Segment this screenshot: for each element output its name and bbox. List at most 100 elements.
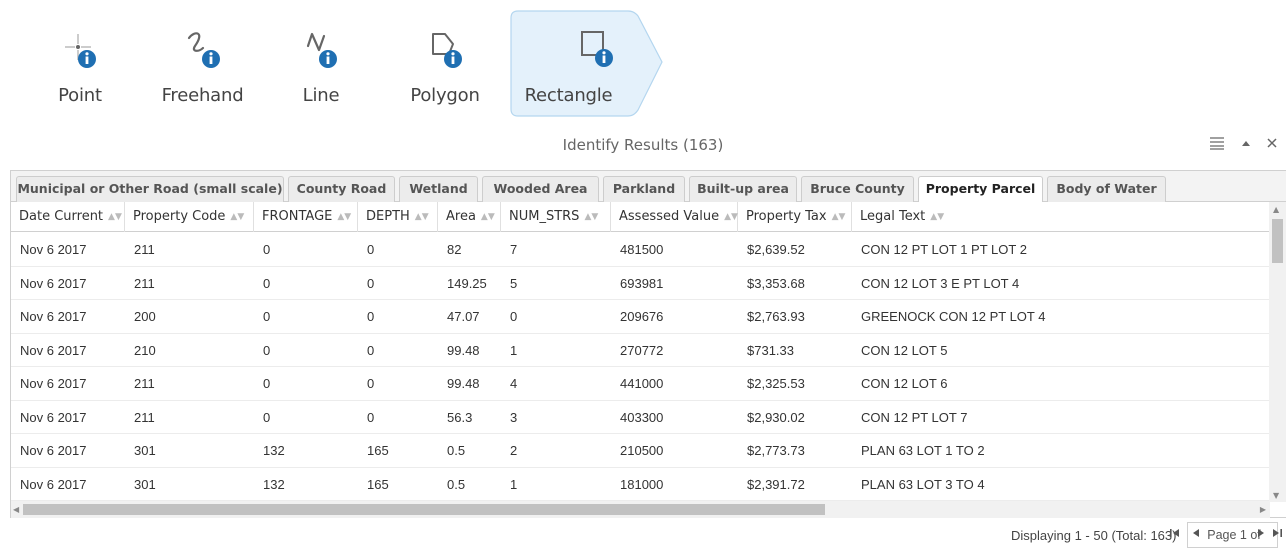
table-row[interactable]: Nov 6 2017 211 0 0 99.48 4 441000 $2,325… xyxy=(11,367,1270,401)
col-area[interactable]: Area ▲▼ xyxy=(438,202,501,232)
table-row[interactable]: Nov 6 2017 211 0 0 82 7 481500 $2,639.52… xyxy=(11,233,1270,267)
cell-depth: 0 xyxy=(367,309,375,324)
cell-legal-text: GREENOCK CON 12 PT LOT 4 xyxy=(861,309,1046,324)
cell-property-code: 301 xyxy=(134,476,156,492)
col-legal-text[interactable]: Legal Text ▲▼ xyxy=(852,202,1270,232)
line-tool-button[interactable]: Line xyxy=(285,10,357,117)
draw-toolbar: Point Freehand Line Polygon Rectangle xyxy=(0,0,1286,122)
cell-property-tax: $3,353.68 xyxy=(747,275,805,291)
sort-icon: ▲▼ xyxy=(480,212,495,222)
scroll-left-arrow-icon[interactable]: ◀ xyxy=(13,505,19,514)
tab-county-road[interactable]: County Road xyxy=(288,176,395,202)
cell-property-tax: $2,930.02 xyxy=(747,409,805,425)
cell-num-strs: 3 xyxy=(510,409,518,425)
caret-up-icon[interactable] xyxy=(1236,136,1256,156)
close-icon[interactable] xyxy=(1262,136,1282,156)
col-property-code[interactable]: Property Code ▲▼ xyxy=(125,202,254,232)
polygon-tool-button[interactable]: Polygon xyxy=(395,10,495,117)
cell-assessed-value: 270772 xyxy=(620,342,664,358)
cell-num-strs: 1 xyxy=(510,476,518,492)
panel-title: Identify Results (163) xyxy=(562,136,724,154)
table-row[interactable]: Nov 6 2017 211 0 0 149.25 5 693981 $3,35… xyxy=(11,267,1270,300)
cell-legal-text: PLAN 63 LOT 1 TO 2 xyxy=(861,443,985,458)
cell-depth: 0 xyxy=(367,242,375,257)
cell-frontage: 132 xyxy=(263,443,285,458)
vertical-scroll-thumb[interactable] xyxy=(1272,219,1283,263)
tab-wetland[interactable]: Wetland xyxy=(399,176,478,202)
col-date-current[interactable]: Date Current ▲▼ xyxy=(11,202,125,232)
tab-built-up-area[interactable]: Built-up area xyxy=(689,176,797,202)
cell-area: 82 xyxy=(447,242,462,257)
line-info-icon xyxy=(306,32,337,68)
cell-property-tax: $731.33 xyxy=(747,342,794,358)
cell-property-tax: $2,763.93 xyxy=(747,309,805,324)
tab-wooded-area[interactable]: Wooded Area xyxy=(482,176,599,202)
col-num-strs[interactable]: NUM_STRS ▲▼ xyxy=(501,202,611,232)
cell-assessed-value: 210500 xyxy=(620,443,664,458)
tab-bruce-county[interactable]: Bruce County xyxy=(801,176,914,202)
cell-frontage: 0 xyxy=(263,275,271,291)
cell-area: 0.5 xyxy=(447,443,466,458)
cell-date-current: Nov 6 2017 xyxy=(20,409,87,425)
sort-icon: ▲▼ xyxy=(724,212,738,222)
horizontal-scroll-thumb[interactable] xyxy=(23,504,825,515)
cell-property-code: 211 xyxy=(134,275,155,291)
col-assessed-value[interactable]: Assessed Value ▲▼ xyxy=(611,202,738,232)
cell-property-tax: $2,639.52 xyxy=(747,242,805,257)
paging-summary: Displaying 1 - 50 (Total: 163) xyxy=(1011,528,1177,543)
cell-date-current: Nov 6 2017 xyxy=(20,242,87,257)
table-row[interactable]: Nov 6 2017 211 0 0 56.3 3 403300 $2,930.… xyxy=(11,401,1270,434)
horizontal-scrollbar[interactable]: ◀ ▶ xyxy=(11,501,1270,518)
cell-assessed-value: 693981 xyxy=(620,275,664,291)
tab-body-of-water[interactable]: Body of Water xyxy=(1047,176,1166,202)
sort-icon: ▲▼ xyxy=(230,212,245,222)
cell-legal-text: CON 12 LOT 5 xyxy=(861,342,948,358)
tab-property-parcel[interactable]: Property Parcel xyxy=(918,176,1043,203)
col-frontage[interactable]: FRONTAGE ▲▼ xyxy=(254,202,358,232)
prev-page-icon[interactable] xyxy=(1189,522,1203,548)
rectangle-tool-button[interactable]: Rectangle xyxy=(510,10,665,117)
table-row[interactable]: Nov 6 2017 301 132 165 0.5 2 210500 $2,7… xyxy=(11,434,1270,468)
hamburger-menu-icon[interactable] xyxy=(1207,136,1227,156)
sort-icon: ▲▼ xyxy=(930,212,945,222)
cell-legal-text: CON 12 PT LOT 7 xyxy=(861,409,968,425)
scroll-down-arrow-icon[interactable]: ▼ xyxy=(1273,491,1279,500)
cell-area: 99.48 xyxy=(447,376,480,391)
cell-frontage: 0 xyxy=(263,376,271,391)
vertical-scrollbar[interactable]: ▲ ▼ xyxy=(1269,202,1286,502)
sort-icon: ▲▼ xyxy=(831,212,846,222)
tab-municipal-road[interactable]: Municipal or Other Road (small scale) xyxy=(16,176,284,202)
cell-property-tax: $2,325.53 xyxy=(747,376,805,391)
tab-parkland[interactable]: Parkland xyxy=(603,176,685,202)
cell-num-strs: 5 xyxy=(510,275,518,291)
cell-property-code: 301 xyxy=(134,443,156,458)
freehand-info-icon xyxy=(187,32,220,68)
cell-depth: 165 xyxy=(367,443,389,458)
table-row[interactable]: Nov 6 2017 301 132 165 0.5 1 181000 $2,3… xyxy=(11,468,1270,501)
point-tool-button[interactable]: Point xyxy=(40,10,120,117)
first-page-icon[interactable] xyxy=(1167,522,1183,548)
scroll-up-arrow-icon[interactable]: ▲ xyxy=(1273,205,1279,214)
next-page-icon[interactable] xyxy=(1254,522,1268,548)
table-row[interactable]: Nov 6 2017 210 0 0 99.48 1 270772 $731.3… xyxy=(11,334,1270,367)
cell-legal-text: PLAN 63 LOT 3 TO 4 xyxy=(861,476,985,492)
results-grid: Municipal or Other Road (small scale) Co… xyxy=(10,170,1286,518)
table-row[interactable]: Nov 6 2017 200 0 0 47.07 0 209676 $2,763… xyxy=(11,300,1270,334)
cell-depth: 0 xyxy=(367,342,375,358)
cell-num-strs: 1 xyxy=(510,342,518,358)
cell-property-code: 211 xyxy=(134,409,155,425)
freehand-tool-button[interactable]: Freehand xyxy=(145,10,260,117)
scroll-right-arrow-icon[interactable]: ▶ xyxy=(1260,505,1266,514)
rectangle-tool-label: Rectangle xyxy=(524,85,613,106)
cell-legal-text: CON 12 LOT 3 E PT LOT 4 xyxy=(861,275,1020,291)
col-property-tax[interactable]: Property Tax ▲▼ xyxy=(738,202,852,232)
cell-frontage: 0 xyxy=(263,242,271,257)
col-depth[interactable]: DEPTH ▲▼ xyxy=(358,202,438,232)
last-page-icon[interactable] xyxy=(1269,522,1285,548)
cell-property-tax: $2,391.72 xyxy=(747,476,805,492)
cell-depth: 0 xyxy=(367,376,375,391)
cell-date-current: Nov 6 2017 xyxy=(20,476,87,492)
cell-frontage: 0 xyxy=(263,309,271,324)
cell-property-code: 200 xyxy=(134,309,156,324)
sort-icon: ▲▼ xyxy=(414,212,429,222)
